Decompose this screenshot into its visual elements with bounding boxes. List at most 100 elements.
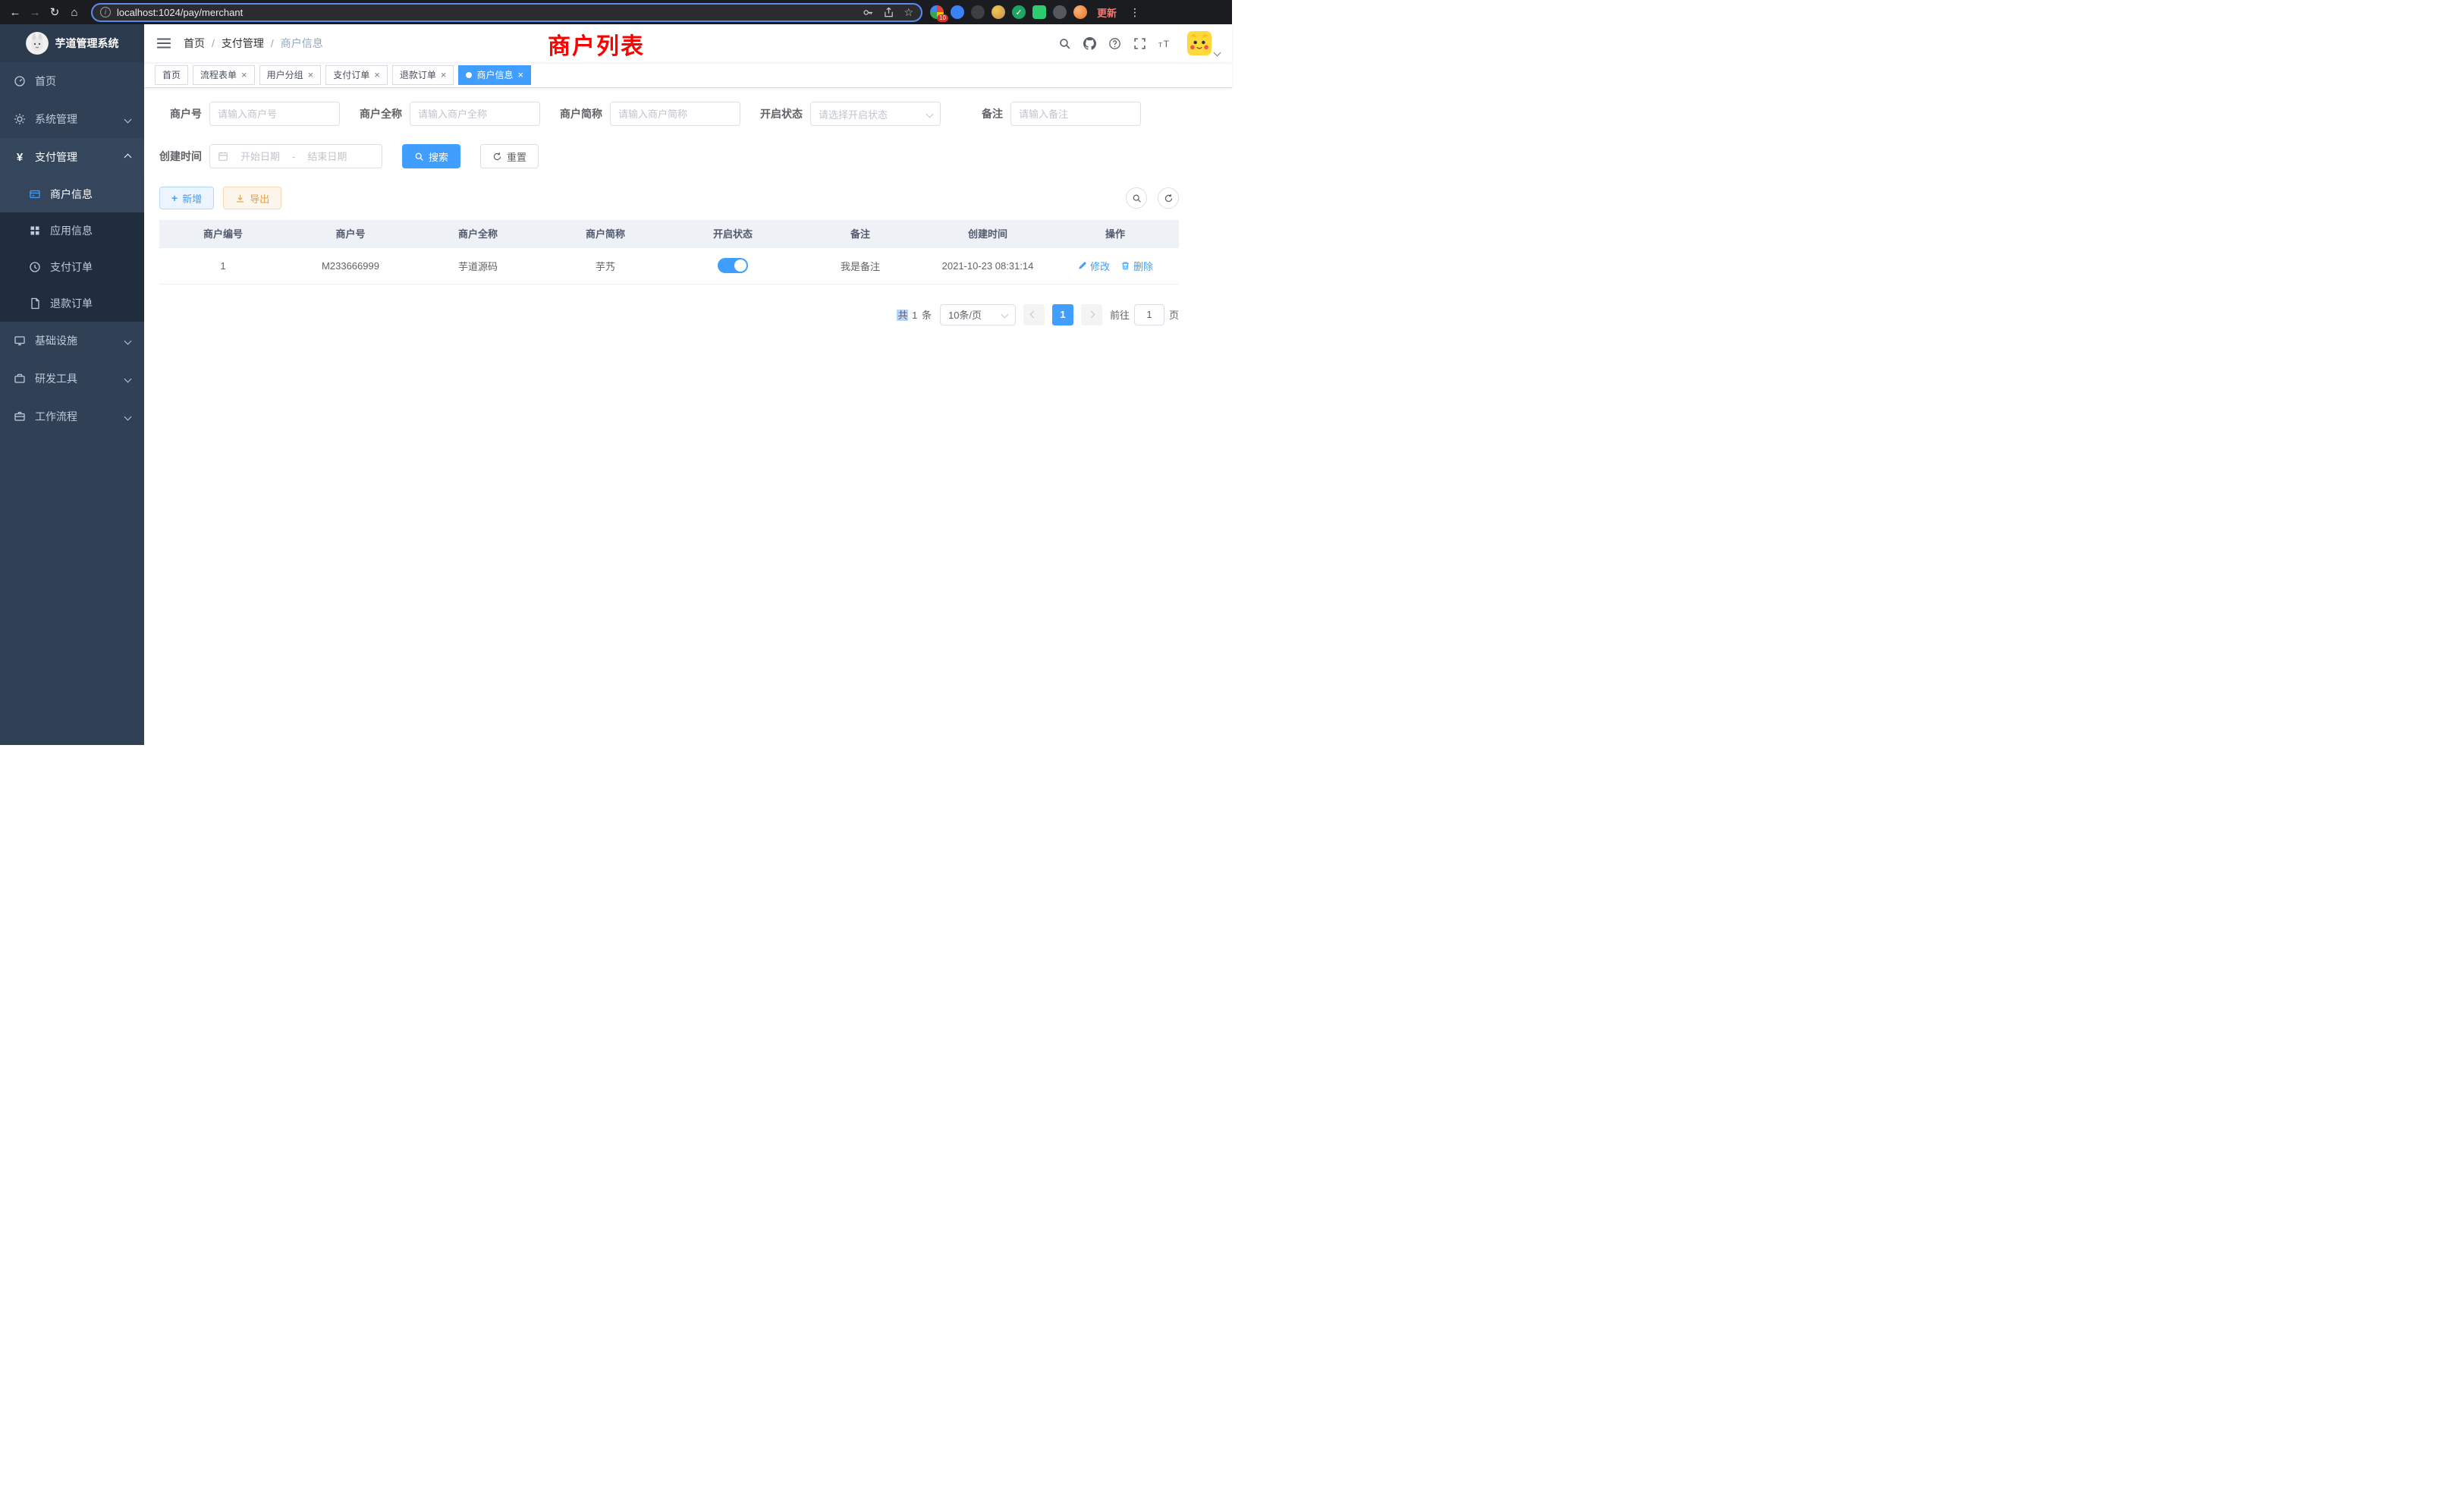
search-button[interactable]: 搜索 [402,144,460,168]
chevron-up-icon [124,153,132,161]
status-select[interactable]: 请选择开启状态 [810,102,941,126]
delete-link-label: 删除 [1133,259,1153,273]
breadcrumb-payment[interactable]: 支付管理 [222,36,264,51]
info-icon[interactable]: i [100,7,111,17]
sidebar-label: 支付订单 [50,259,93,275]
date-range-picker[interactable]: - [209,144,382,168]
sidebar-label: 商户信息 [50,187,93,202]
breadcrumb-current: 商户信息 [281,36,323,51]
merchant-no-input[interactable] [209,102,340,126]
sidebar-item-system[interactable]: 系统管理 [0,100,144,138]
close-icon[interactable]: × [241,70,247,80]
sidebar-label: 基础设施 [35,333,77,348]
close-icon[interactable]: × [517,70,523,80]
edit-link[interactable]: 修改 [1077,259,1110,273]
briefcase-icon [14,410,26,423]
tab-pay-order[interactable]: 支付订单× [325,65,388,85]
short-name-input[interactable] [610,102,740,126]
font-size-icon[interactable]: TT [1158,36,1171,50]
sidebar-item-app-info[interactable]: 应用信息 [0,212,144,249]
sidebar-item-home[interactable]: 首页 [0,62,144,100]
forward-icon[interactable]: → [26,3,44,21]
extension-icon-1[interactable]: 10 [930,5,944,19]
tab-user-group[interactable]: 用户分组 × [259,65,322,85]
column-header-merchant-no: 商户号 [287,220,414,247]
sidebar-item-payment[interactable]: ¥ 支付管理 [0,138,144,176]
close-icon[interactable]: × [308,70,314,80]
annotation-merchant-list: 商户列表 [548,27,645,61]
chevron-right-icon [1088,311,1095,319]
tab-label: 商户信息 [476,68,513,81]
update-button[interactable]: 更新 [1097,5,1117,20]
logo-rabbit-avatar [26,32,49,55]
help-icon[interactable] [1108,36,1121,50]
chevron-down-icon [124,115,132,123]
field-label: 创建时间 [159,149,202,164]
refresh-table-button[interactable] [1158,187,1179,209]
extension-icon-5[interactable]: ✓ [1012,5,1026,19]
field-label: 商户全称 [360,106,402,121]
full-name-input[interactable] [410,102,540,126]
tab-merchant-info[interactable]: 商户信息 × [458,65,531,85]
sidebar-item-refund-order[interactable]: 退款订单 [0,285,144,322]
app-logo[interactable]: 芋道管理系统 [0,24,144,62]
extension-icon-8[interactable] [1073,5,1087,19]
sidebar-item-pay-order[interactable]: 支付订单 [0,249,144,285]
filter-create-time: 创建时间 - [159,144,382,168]
sidebar-item-devtools[interactable]: 研发工具 [0,360,144,398]
browser-menu-icon[interactable]: ⋮ [1127,6,1143,19]
github-icon[interactable] [1083,36,1096,50]
download-icon [235,193,245,203]
search-icon[interactable] [1058,36,1071,50]
tab-home[interactable]: 首页 [155,65,188,85]
next-page-button[interactable] [1081,304,1102,325]
fullscreen-icon[interactable] [1133,36,1146,50]
breadcrumb-home[interactable]: 首页 [184,36,205,51]
key-icon[interactable] [863,7,874,18]
tab-label: 用户分组 [267,68,303,81]
extension-icon-6[interactable] [1032,5,1046,19]
tags-view: 首页 流程表单× 用户分组 × 支付订单× 退款订单× 商户信息 × [144,62,1232,88]
chevron-down-icon [124,375,132,382]
extension-icon-7[interactable] [1053,5,1067,19]
extension-icon-2[interactable] [951,5,964,19]
page-number-1[interactable]: 1 [1052,304,1073,325]
goto-page-input[interactable] [1134,304,1164,325]
page-size-select[interactable]: 10条/页 [940,304,1016,325]
document-icon [29,297,41,310]
add-button[interactable]: + 新增 [159,187,214,209]
extension-icon-4[interactable] [992,5,1005,19]
sidebar-item-workflow[interactable]: 工作流程 [0,398,144,435]
toggle-search-button[interactable] [1126,187,1147,209]
column-header-id: 商户编号 [159,220,287,247]
tab-process-form[interactable]: 流程表单× [193,65,255,85]
prev-page-button[interactable] [1023,304,1045,325]
close-icon[interactable]: × [441,70,447,80]
breadcrumb-separator: / [271,37,274,49]
chevron-down-icon [1214,49,1221,57]
status-toggle[interactable] [718,258,748,273]
reset-button[interactable]: 重置 [480,144,539,168]
share-icon[interactable] [883,7,894,18]
navbar: 首页 / 支付管理 / 商户信息 TT [144,24,1232,62]
user-menu[interactable] [1187,31,1220,55]
total-suffix: 条 [921,310,932,321]
back-icon[interactable]: ← [6,3,24,21]
filter-remark: 备注 [960,102,1141,126]
sidebar-item-merchant-info[interactable]: 商户信息 [0,176,144,212]
sidebar-fold-icon[interactable] [156,36,171,51]
export-button[interactable]: 导出 [223,187,281,209]
dashboard-icon [14,75,26,87]
tab-refund-order[interactable]: 退款订单× [392,65,454,85]
remark-input[interactable] [1010,102,1141,126]
reload-icon[interactable]: ↻ [46,3,64,21]
extension-icon-3[interactable] [971,5,985,19]
extension-badge: 10 [937,14,948,22]
pagination: 共 1 条 10条/页 1 前往 页 [159,304,1179,325]
home-icon[interactable]: ⌂ [65,3,83,21]
sidebar-item-infra[interactable]: 基础设施 [0,322,144,360]
close-icon[interactable]: × [374,70,380,80]
url-bar[interactable]: i localhost:1024/pay/merchant ☆ [91,3,922,22]
bookmark-star-icon[interactable]: ☆ [904,7,913,17]
delete-link[interactable]: 删除 [1120,259,1153,273]
